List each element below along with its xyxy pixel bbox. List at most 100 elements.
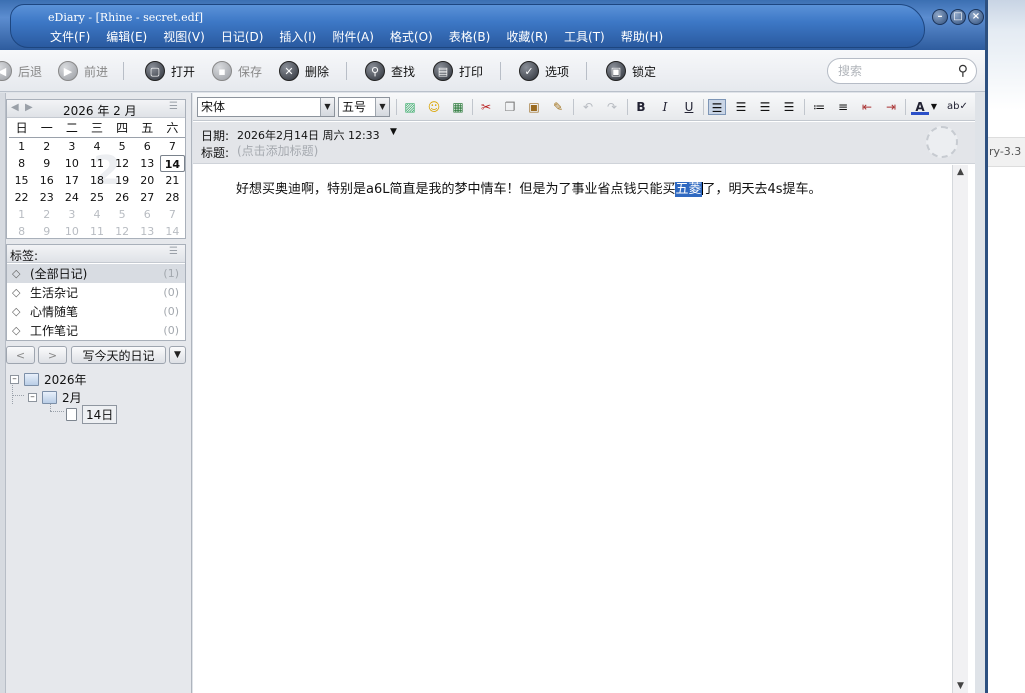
calendar-day[interactable]: 17 bbox=[59, 172, 84, 189]
tag-item-work[interactable]: ◇ 工作笔记 (0) bbox=[7, 321, 185, 340]
calendar-day[interactable]: 2 bbox=[34, 206, 59, 223]
calendar-day[interactable]: 23 bbox=[34, 189, 59, 206]
menu-item[interactable]: 文件(F) bbox=[50, 27, 90, 45]
italic-icon[interactable]: I bbox=[656, 99, 674, 115]
calendar-day[interactable]: 3 bbox=[59, 138, 84, 155]
collapse-icon[interactable]: – bbox=[10, 375, 19, 384]
bold-icon[interactable]: B bbox=[632, 99, 650, 115]
next-entry-button[interactable]: > bbox=[38, 346, 67, 364]
calendar-day[interactable]: 28 bbox=[160, 189, 185, 206]
collapse-icon[interactable]: – bbox=[28, 393, 37, 402]
search-input[interactable] bbox=[838, 63, 948, 79]
calendar-day[interactable]: 5 bbox=[110, 138, 135, 155]
align-left-icon[interactable]: ☰ bbox=[708, 99, 726, 115]
print-button[interactable]: ▤ 打印 bbox=[433, 60, 483, 82]
font-size-select[interactable]: 五号 ▼ bbox=[338, 97, 390, 117]
chevron-down-icon[interactable]: ▼ bbox=[390, 127, 397, 137]
menu-item[interactable]: 帮助(H) bbox=[621, 27, 663, 45]
calendar-day[interactable]: 3 bbox=[59, 206, 84, 223]
calendar-day[interactable]: 6 bbox=[135, 138, 160, 155]
calendar-day[interactable]: 9 bbox=[34, 223, 59, 240]
format-painter-icon[interactable]: ✎ bbox=[549, 99, 567, 115]
calendar-day[interactable]: 4 bbox=[84, 206, 109, 223]
menu-item[interactable]: 视图(V) bbox=[163, 27, 205, 45]
emoticon-icon[interactable]: ☺ bbox=[425, 99, 443, 115]
menu-item[interactable]: 格式(O) bbox=[390, 27, 433, 45]
calendar-day[interactable]: 8 bbox=[9, 155, 34, 172]
calendar-day[interactable]: 19 bbox=[110, 172, 135, 189]
calendar-day[interactable]: 12 bbox=[110, 223, 135, 240]
title-field[interactable] bbox=[237, 142, 537, 160]
cut-icon[interactable]: ✂ bbox=[477, 99, 495, 115]
calendar-day[interactable]: 7 bbox=[160, 206, 185, 223]
tree-node-day[interactable]: 14日 bbox=[66, 405, 118, 424]
calendar-day[interactable]: 25 bbox=[84, 189, 109, 206]
tag-item-life[interactable]: ◇ 生活杂记 (0) bbox=[7, 283, 185, 302]
tags-menu-icon[interactable]: ☰ bbox=[169, 246, 178, 257]
date-value[interactable]: 2026年2月14日 周六 12:33 bbox=[237, 127, 380, 143]
calendar-day[interactable]: 18 bbox=[84, 172, 109, 189]
calendar-day[interactable]: 6 bbox=[135, 206, 160, 223]
delete-button[interactable]: ✕ 删除 bbox=[279, 60, 329, 82]
lock-button[interactable]: ▣ 锁定 bbox=[606, 60, 656, 82]
menu-item[interactable]: 日记(D) bbox=[221, 27, 264, 45]
weather-icon[interactable] bbox=[926, 126, 958, 158]
open-button[interactable]: ▢ 打开 bbox=[145, 60, 195, 82]
menu-item[interactable]: 附件(A) bbox=[332, 27, 374, 45]
redo-icon[interactable]: ↷ bbox=[603, 99, 621, 115]
find-button[interactable]: ⚲ 查找 bbox=[365, 60, 415, 82]
calendar-day[interactable]: 16 bbox=[34, 172, 59, 189]
calendar-day[interactable]: 10 bbox=[59, 155, 84, 172]
calendar-day[interactable]: 15 bbox=[9, 172, 34, 189]
calendar-menu-icon[interactable]: ☰ bbox=[169, 101, 178, 112]
calendar-day[interactable]: 27 bbox=[135, 189, 160, 206]
copy-icon[interactable]: ❐ bbox=[501, 99, 519, 115]
tree-node-month[interactable]: – 2月 bbox=[28, 389, 82, 406]
calendar-day[interactable]: 1 bbox=[9, 206, 34, 223]
menu-item[interactable]: 编辑(E) bbox=[106, 27, 147, 45]
maximize-button[interactable]: □ bbox=[950, 9, 966, 25]
calendar-next-icon[interactable]: ▶ bbox=[25, 102, 33, 113]
menu-item[interactable]: 插入(I) bbox=[279, 27, 316, 45]
write-today-button[interactable]: 写今天的日记 bbox=[71, 346, 166, 364]
scroll-down-icon[interactable]: ▼ bbox=[953, 679, 968, 693]
save-button[interactable]: ▪ 保存 bbox=[212, 60, 262, 82]
calendar-day[interactable]: 1 bbox=[9, 138, 34, 155]
calendar-day[interactable]: 12 bbox=[110, 155, 135, 172]
numbered-list-icon[interactable]: ≡ bbox=[834, 99, 852, 115]
write-today-dropdown[interactable]: ▼ bbox=[169, 346, 186, 364]
minimize-button[interactable]: – bbox=[932, 9, 948, 25]
calendar-day[interactable]: 13 bbox=[135, 223, 160, 240]
calendar-day[interactable]: 8 bbox=[9, 223, 34, 240]
bullet-list-icon[interactable]: ≔ bbox=[810, 99, 828, 115]
insert-image-icon[interactable]: ▨ bbox=[401, 99, 419, 115]
align-justify-icon[interactable]: ☰ bbox=[780, 99, 798, 115]
prev-entry-button[interactable]: < bbox=[6, 346, 35, 364]
calendar-day[interactable]: 11 bbox=[84, 223, 109, 240]
calendar-day[interactable]: 26 bbox=[110, 189, 135, 206]
calendar-day[interactable]: 4 bbox=[84, 138, 109, 155]
calendar-day[interactable]: 5 bbox=[110, 206, 135, 223]
calendar-day[interactable]: 10 bbox=[59, 223, 84, 240]
calendar-day[interactable]: 24 bbox=[59, 189, 84, 206]
close-button[interactable]: × bbox=[968, 9, 984, 25]
calendar-day[interactable]: 2 bbox=[34, 138, 59, 155]
paste-icon[interactable]: ▣ bbox=[525, 99, 543, 115]
calendar-day[interactable]: 22 bbox=[9, 189, 34, 206]
calendar-prev-icon[interactable]: ◀ bbox=[11, 102, 19, 113]
search-icon[interactable]: ⚲ bbox=[958, 63, 968, 79]
tag-item-all[interactable]: ◇ (全部日记) (1) bbox=[7, 264, 185, 283]
entry-body[interactable]: 好想买奥迪啊，特别是a6L简直是我的梦中情车！但是为了事业省点钱只能买五菱了，明… bbox=[193, 165, 953, 693]
menu-item[interactable]: 收藏(R) bbox=[506, 27, 548, 45]
options-button[interactable]: ✓ 选项 bbox=[519, 60, 569, 82]
calendar-day[interactable]: 14 bbox=[160, 223, 185, 240]
calendar-day-today[interactable]: 14 bbox=[159, 155, 185, 172]
underline-icon[interactable]: U bbox=[680, 99, 698, 115]
vertical-scrollbar[interactable]: ▲ ▼ bbox=[952, 165, 968, 693]
tree-node-year[interactable]: – 2026年 bbox=[10, 371, 87, 388]
background-window[interactable] bbox=[985, 130, 1025, 693]
calendar-day[interactable]: 7 bbox=[160, 138, 185, 155]
calendar-day[interactable]: 13 bbox=[135, 155, 160, 172]
forward-button[interactable]: ▶ 前进 bbox=[58, 60, 108, 82]
align-center-icon[interactable]: ☰ bbox=[732, 99, 750, 115]
